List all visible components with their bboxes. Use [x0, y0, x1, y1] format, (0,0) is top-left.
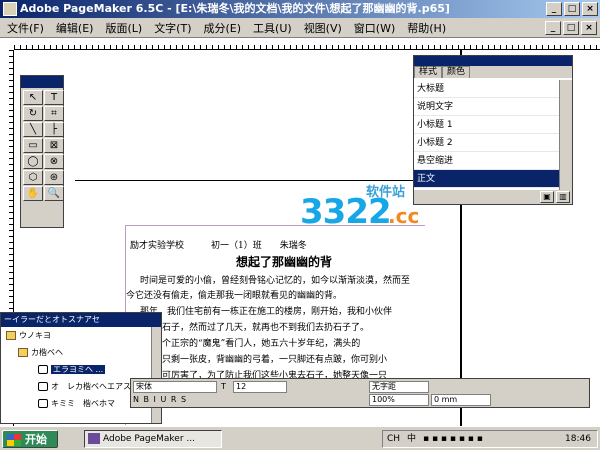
- doc-paragraph-line: 身干瘪的只剩一张皮，背幽幽的弓着，一只脚还有点跛，你可别小: [126, 355, 388, 365]
- watermark-main: 3322: [300, 192, 392, 232]
- hand-tool-icon[interactable]: ✋: [23, 186, 43, 201]
- constrained-line-tool-icon[interactable]: ├: [44, 122, 64, 137]
- rectangle-frame-tool-icon[interactable]: ⊠: [44, 138, 64, 153]
- watermark-suffix: .cc: [388, 204, 420, 228]
- taskbar-pagemaker-button[interactable]: Adobe PageMaker ...: [84, 430, 222, 448]
- maximize-button[interactable]: □: [564, 2, 580, 16]
- doc-header: 励才实验学校 初一（1）班 朱瑞冬: [130, 241, 307, 251]
- window-title: Adobe PageMaker 6.5C - [E:\朱瑞冬\我的文档\我的文件…: [20, 2, 450, 15]
- line-tool-icon[interactable]: ╲: [23, 122, 43, 137]
- folder-icon: [18, 348, 28, 357]
- folder-icon: [6, 331, 16, 340]
- menu-utilities[interactable]: 工具(U): [248, 20, 297, 36]
- style-item[interactable]: 说明文字: [414, 98, 559, 116]
- pagemaker-app-icon: [3, 2, 17, 16]
- styles-palette: 样式 颜色 大标题 说明文字 小标题 1 小标题 2 悬空缩进 正文 ▣ ▥: [413, 55, 573, 205]
- doc-paragraph-line: 那年，我们住宅前有一栋正在施工的楼房，刚开始，我和小伙伴: [140, 307, 393, 317]
- size-icon: T: [221, 382, 226, 391]
- close-button[interactable]: ×: [582, 2, 598, 16]
- type-style-buttons[interactable]: N B I U R S: [133, 394, 187, 406]
- library-row[interactable]: ウノキヨ: [1, 327, 161, 344]
- doc-minimize-button[interactable]: _: [545, 20, 561, 35]
- script-icon: [38, 382, 48, 391]
- rectangle-tool-icon[interactable]: ▭: [23, 138, 43, 153]
- style-item[interactable]: 小标题 1: [414, 116, 559, 134]
- menu-view[interactable]: 视图(V): [299, 20, 347, 36]
- site-watermark: 软件站 3322 .cc: [300, 180, 430, 238]
- horizontal-ruler[interactable]: [14, 38, 600, 50]
- zoom-tool-icon[interactable]: 🔍: [44, 186, 64, 201]
- style-list: 大标题 说明文字 小标题 1 小标题 2 悬空缩进 正文: [414, 80, 559, 188]
- ellipse-tool-icon[interactable]: ◯: [23, 154, 43, 169]
- system-tray: CH 中 ▪ ▪ ▪ ▪ ▪ ▪ ▪ 18:46: [382, 430, 598, 448]
- doc-paragraph-line: 今它还没有偷走，偷走那我一闭眼就看见的幽幽的背。: [126, 291, 343, 301]
- delete-style-icon[interactable]: ▥: [556, 191, 570, 203]
- language-indicator[interactable]: CH: [387, 431, 400, 447]
- styles-scrollbar[interactable]: [559, 80, 572, 190]
- doc-paragraph-line: 工地上扔石子，然而过了几天，就再也不到我们去扔石子了。: [126, 323, 370, 333]
- script-icon: [38, 365, 48, 374]
- polygon-tool-icon[interactable]: ⬡: [23, 170, 43, 185]
- scale-field[interactable]: 100%: [369, 394, 429, 406]
- ellipse-frame-tool-icon[interactable]: ⊗: [44, 154, 64, 169]
- indent-field[interactable]: 0 mm: [431, 394, 491, 406]
- crop-tool-icon[interactable]: ⌗: [44, 106, 64, 121]
- menu-help[interactable]: 帮助(H): [402, 20, 451, 36]
- style-item[interactable]: 悬空缩进: [414, 152, 559, 170]
- menu-file[interactable]: 文件(F): [2, 20, 49, 36]
- pointer-tool-icon[interactable]: ↖: [23, 90, 43, 105]
- new-style-icon[interactable]: ▣: [540, 191, 554, 203]
- menu-type[interactable]: 文字(T): [149, 20, 196, 36]
- start-button[interactable]: 开始: [2, 430, 58, 448]
- doc-title: 想起了那幽幽的背: [236, 255, 333, 269]
- control-palette: 宋体 T 12 无字距 100% 0 mm N B I U R S: [130, 378, 590, 408]
- windows-taskbar: 开始 Adobe PageMaker ... CH 中 ▪ ▪ ▪ ▪ ▪ ▪ …: [0, 426, 600, 450]
- clock[interactable]: 18:46: [565, 431, 591, 447]
- font-size-field[interactable]: 12: [233, 381, 287, 393]
- minimize-button[interactable]: _: [546, 2, 562, 16]
- style-item-selected[interactable]: 正文: [414, 170, 559, 188]
- library-row-selected[interactable]: エラヨミヘ ...: [1, 361, 161, 378]
- menu-window[interactable]: 窗口(W): [349, 20, 400, 36]
- rotate-tool-icon[interactable]: ↻: [23, 106, 43, 121]
- script-icon: [38, 399, 48, 408]
- menu-layout[interactable]: 版面(L): [100, 20, 147, 36]
- toolbox-palette: ↖ T ↻ ⌗ ╲ ├ ▭ ⊠ ◯ ⊗ ⬡ ⊛ ✋ 🔍: [20, 75, 64, 228]
- library-scrollbar[interactable]: [151, 327, 161, 423]
- doc-restore-button[interactable]: □: [563, 20, 579, 35]
- ime-tray-icons[interactable]: ▪ ▪ ▪ ▪ ▪ ▪ ▪: [423, 431, 483, 447]
- tab-colors[interactable]: 颜色: [442, 66, 471, 78]
- toolbox-titlebar[interactable]: [21, 76, 63, 88]
- ime-indicator[interactable]: 中: [407, 431, 416, 447]
- font-field[interactable]: 宋体: [133, 381, 217, 393]
- style-item[interactable]: 小标题 2: [414, 134, 559, 152]
- library-row[interactable]: カ楷ベヘ: [1, 344, 161, 361]
- menu-element[interactable]: 成分(E): [199, 20, 247, 36]
- tracking-field[interactable]: 无字距: [369, 381, 429, 393]
- text-tool-icon[interactable]: T: [44, 90, 64, 105]
- polygon-frame-tool-icon[interactable]: ⊛: [44, 170, 64, 185]
- pagemaker-app-icon: [88, 433, 100, 444]
- library-palette-title[interactable]: ーイラーだとオトスナアセ: [1, 313, 161, 327]
- menu-edit[interactable]: 编辑(E): [51, 20, 99, 36]
- doc-paragraph-line: 时间是可爱的小偷，曾经刻骨铭心记忆的，如今以渐渐淡漠，然而至: [140, 276, 411, 286]
- window-titlebar[interactable]: Adobe PageMaker 6.5C - [E:\朱瑞冬\我的文档\我的文件…: [0, 0, 600, 18]
- menubar: 文件(F) 编辑(E) 版面(L) 文字(T) 成分(E) 工具(U) 视图(V…: [0, 18, 600, 38]
- styles-palette-titlebar[interactable]: [414, 56, 572, 66]
- doc-close-button[interactable]: ×: [581, 20, 597, 35]
- style-item[interactable]: 大标题: [414, 80, 559, 98]
- tab-styles[interactable]: 样式: [414, 66, 443, 78]
- windows-logo-icon: [7, 434, 21, 446]
